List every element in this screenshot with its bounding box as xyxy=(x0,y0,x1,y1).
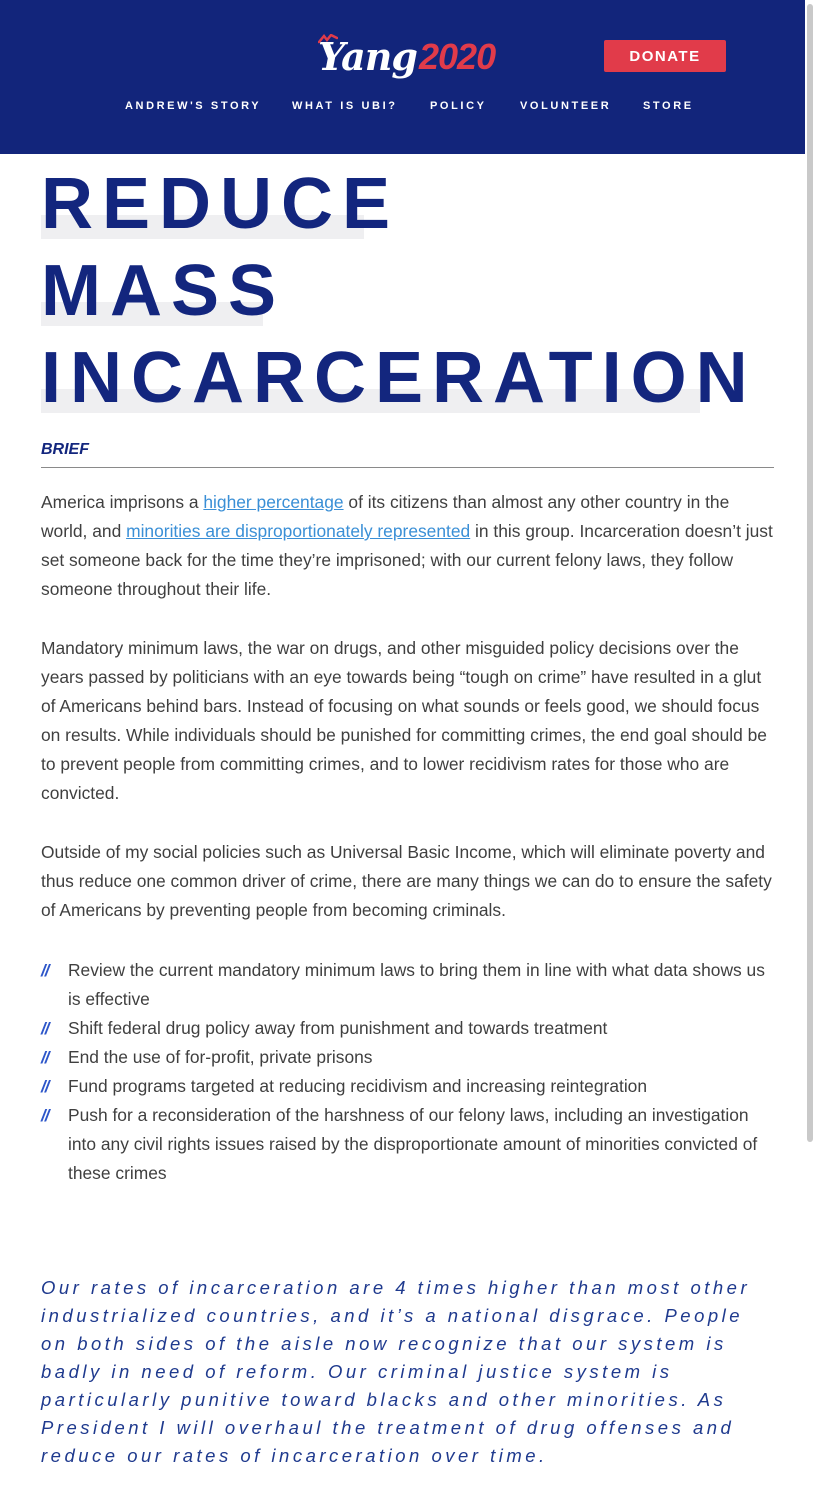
slash-bullet-icon: // xyxy=(41,1077,50,1096)
yang2020-logo[interactable]: Yang 2020 xyxy=(318,34,496,80)
site-header: Yang 2020 DONATE ANDREW'S STORY WHAT IS … xyxy=(0,0,815,154)
logo-swoosh-icon xyxy=(318,34,338,44)
brief-divider xyxy=(41,467,774,468)
social-policies-paragraph: Outside of my social policies such as Un… xyxy=(41,842,772,920)
list-item-text: Push for a reconsideration of the harshn… xyxy=(68,1105,758,1183)
nav-what-is-ubi[interactable]: WHAT IS UBI? xyxy=(292,100,398,112)
nav-andrews-story[interactable]: ANDREW'S STORY xyxy=(125,100,261,112)
slash-bullet-icon: // xyxy=(41,1019,50,1038)
slash-bullet-icon: // xyxy=(41,1106,50,1125)
list-item-text: Review the current mandatory minimum law… xyxy=(68,960,765,1009)
page-scrollbar[interactable] xyxy=(805,0,815,1490)
list-item: // Shift federal drug policy away from pu… xyxy=(41,1014,774,1043)
brief-heading: BRIEF xyxy=(41,441,89,458)
nav-store[interactable]: STORE xyxy=(643,100,694,112)
main-nav: ANDREW'S STORY WHAT IS UBI? POLICY VOLUN… xyxy=(0,100,815,116)
policy-list: // Review the current mandatory minimum l… xyxy=(41,956,774,1188)
para1-text-1: America imprisons a xyxy=(41,492,204,512)
higher-percentage-link[interactable]: higher percentage xyxy=(203,492,343,512)
nav-policy[interactable]: POLICY xyxy=(430,100,487,112)
donate-button[interactable]: DONATE xyxy=(604,40,726,72)
page-title-line-3: INCARCERATION xyxy=(41,338,757,418)
slash-bullet-icon: // xyxy=(41,961,50,980)
page-title-line-1: REDUCE xyxy=(41,164,400,244)
minorities-link[interactable]: minorities are disproportionately repres… xyxy=(126,521,470,541)
scrollbar-thumb[interactable] xyxy=(807,4,813,1142)
mandatory-minimums-paragraph: Mandatory minimum laws, the war on drugs… xyxy=(41,638,767,803)
page-title-line-2: MASS xyxy=(41,251,286,331)
list-item-text: End the use of for-profit, private priso… xyxy=(68,1047,373,1067)
list-item: // Push for a reconsideration of the hars… xyxy=(41,1101,774,1188)
logo-year-text: 2020 xyxy=(419,36,496,77)
list-item: // Fund programs targeted at reducing rec… xyxy=(41,1072,774,1101)
list-item: // Review the current mandatory minimum l… xyxy=(41,956,774,1014)
list-item: // End the use of for-profit, private pri… xyxy=(41,1043,774,1072)
nav-volunteer[interactable]: VOLUNTEER xyxy=(520,100,611,112)
policy-quote: Our rates of incarceration are 4 times h… xyxy=(41,1277,751,1466)
list-item-text: Fund programs targeted at reducing recid… xyxy=(68,1076,648,1096)
intro-paragraph: America imprisons a higher percentage of… xyxy=(41,488,774,604)
slash-bullet-icon: // xyxy=(41,1048,50,1067)
list-item-text: Shift federal drug policy away from puni… xyxy=(68,1018,608,1038)
